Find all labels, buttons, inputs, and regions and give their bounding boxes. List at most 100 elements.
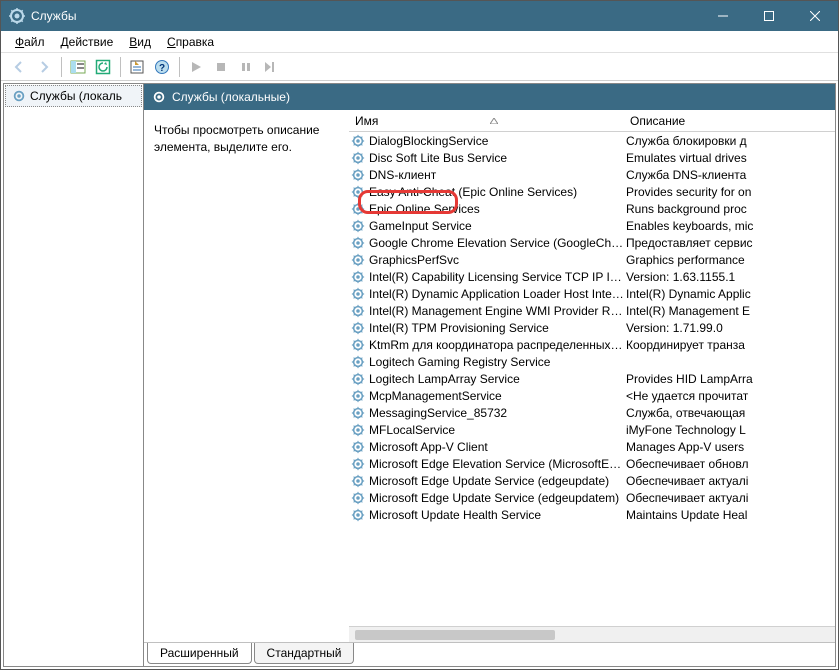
- pause-button[interactable]: [234, 55, 258, 79]
- service-description: Graphics performance: [624, 253, 835, 267]
- service-row[interactable]: Microsoft Edge Update Service (edgeupdat…: [349, 489, 835, 506]
- gear-icon: [351, 168, 365, 182]
- service-name: KtmRm для координатора распределенных тр…: [369, 338, 624, 352]
- main-area: Службы (локаль Службы (локальные) Чтобы …: [3, 83, 836, 667]
- service-description: Enables keyboards, mic: [624, 219, 835, 233]
- service-name: Disc Soft Lite Bus Service: [369, 151, 624, 165]
- column-description[interactable]: Описание: [624, 111, 835, 131]
- view-tabs: Расширенный Стандартный: [144, 642, 835, 666]
- service-description: Version: 1.71.99.0: [624, 321, 835, 335]
- service-name: Intel(R) Capability Licensing Service TC…: [369, 270, 624, 284]
- menu-help[interactable]: Справка: [159, 33, 222, 51]
- gear-icon: [351, 423, 365, 437]
- service-description: Provides security for on: [624, 185, 835, 199]
- service-row[interactable]: Epic Online ServicesRuns background proc: [349, 200, 835, 217]
- services-list: Имя Описание DialogBlockingServiceСлужба…: [349, 110, 835, 642]
- titlebar: Службы: [1, 1, 838, 31]
- gear-icon: [351, 202, 365, 216]
- gear-icon: [351, 219, 365, 233]
- column-name[interactable]: Имя: [349, 111, 624, 131]
- gear-icon: [351, 389, 365, 403]
- service-row[interactable]: Microsoft Edge Elevation Service (Micros…: [349, 455, 835, 472]
- service-row[interactable]: DialogBlockingServiceСлужба блокировки д: [349, 132, 835, 149]
- service-description: <Не удается прочитат: [624, 389, 835, 403]
- service-row[interactable]: Easy Anti-Cheat (Epic Online Services)Pr…: [349, 183, 835, 200]
- service-row[interactable]: Logitech LampArray ServiceProvides HID L…: [349, 370, 835, 387]
- services-icon: [9, 8, 25, 24]
- service-name: Microsoft Edge Elevation Service (Micros…: [369, 457, 624, 471]
- service-row[interactable]: Microsoft Edge Update Service (edgeupdat…: [349, 472, 835, 489]
- service-row[interactable]: Intel(R) Dynamic Application Loader Host…: [349, 285, 835, 302]
- menu-view[interactable]: Вид: [121, 33, 159, 51]
- service-row[interactable]: Intel(R) Management Engine WMI Provider …: [349, 302, 835, 319]
- service-name: GraphicsPerfSvc: [369, 253, 624, 267]
- close-button[interactable]: [792, 1, 838, 31]
- services-icon: [12, 89, 26, 103]
- help-button[interactable]: ?: [150, 55, 174, 79]
- gear-icon: [351, 474, 365, 488]
- restart-button[interactable]: [259, 55, 283, 79]
- tab-extended[interactable]: Расширенный: [147, 643, 252, 664]
- menu-file[interactable]: Файл: [7, 33, 53, 51]
- gear-icon: [351, 355, 365, 369]
- service-row[interactable]: Google Chrome Elevation Service (GoogleC…: [349, 234, 835, 251]
- service-row[interactable]: GameInput ServiceEnables keyboards, mic: [349, 217, 835, 234]
- service-description: Обеспечивает актуалі: [624, 491, 835, 505]
- service-row[interactable]: MFLocalServiceiMyFone Technology L: [349, 421, 835, 438]
- service-description: Intel(R) Management E: [624, 304, 835, 318]
- service-name: MFLocalService: [369, 423, 624, 437]
- gear-icon: [351, 151, 365, 165]
- forward-button[interactable]: [32, 55, 56, 79]
- service-name: DialogBlockingService: [369, 134, 624, 148]
- stop-button[interactable]: [209, 55, 233, 79]
- menu-action[interactable]: Действие: [53, 33, 122, 51]
- service-name: Epic Online Services: [369, 202, 624, 216]
- tree-item-services-local[interactable]: Службы (локаль: [5, 85, 142, 107]
- service-row[interactable]: GraphicsPerfSvcGraphics performance: [349, 251, 835, 268]
- toolbar: ?: [1, 53, 838, 81]
- service-name: GameInput Service: [369, 219, 624, 233]
- service-name: Intel(R) TPM Provisioning Service: [369, 321, 624, 335]
- window-title: Службы: [31, 9, 700, 23]
- maximize-button[interactable]: [746, 1, 792, 31]
- detail-hint: Чтобы просмотреть описание элемента, выд…: [154, 123, 319, 154]
- refresh-button[interactable]: [91, 55, 115, 79]
- gear-icon: [351, 338, 365, 352]
- service-name: Intel(R) Dynamic Application Loader Host…: [369, 287, 624, 301]
- service-row[interactable]: Logitech Gaming Registry Service: [349, 353, 835, 370]
- service-row[interactable]: Intel(R) TPM Provisioning ServiceVersion…: [349, 319, 835, 336]
- services-icon: [152, 90, 166, 104]
- service-name: DNS-клиент: [369, 168, 624, 182]
- service-row[interactable]: Disc Soft Lite Bus ServiceEmulates virtu…: [349, 149, 835, 166]
- minimize-button[interactable]: [700, 1, 746, 31]
- gear-icon: [351, 457, 365, 471]
- service-row[interactable]: Microsoft App-V ClientManages App-V user…: [349, 438, 835, 455]
- service-description: Обеспечивает обновл: [624, 457, 835, 471]
- horizontal-scrollbar[interactable]: [349, 626, 835, 642]
- service-name: Google Chrome Elevation Service (GoogleC…: [369, 236, 624, 250]
- service-description: Maintains Update Heal: [624, 508, 835, 522]
- menubar: Файл Действие Вид Справка: [1, 31, 838, 53]
- svg-text:?: ?: [159, 63, 165, 74]
- gear-icon: [351, 406, 365, 420]
- tab-standard[interactable]: Стандартный: [254, 643, 355, 664]
- service-description: Координирует транза: [624, 338, 835, 352]
- right-pane: Службы (локальные) Чтобы просмотреть опи…: [144, 84, 835, 666]
- service-row[interactable]: MessagingService_85732Служба, отвечающая: [349, 404, 835, 421]
- back-button[interactable]: [7, 55, 31, 79]
- start-button[interactable]: [184, 55, 208, 79]
- service-row[interactable]: KtmRm для координатора распределенных тр…: [349, 336, 835, 353]
- service-row[interactable]: Intel(R) Capability Licensing Service TC…: [349, 268, 835, 285]
- gear-icon: [351, 372, 365, 386]
- service-name: McpManagementService: [369, 389, 624, 403]
- export-list-button[interactable]: [125, 55, 149, 79]
- service-description: Intel(R) Dynamic Applic: [624, 287, 835, 301]
- service-row[interactable]: McpManagementService<Не удается прочитат: [349, 387, 835, 404]
- service-row[interactable]: Microsoft Update Health ServiceMaintains…: [349, 506, 835, 523]
- service-name: Microsoft App-V Client: [369, 440, 624, 454]
- service-description: Provides HID LampArra: [624, 372, 835, 386]
- service-description: Обеспечивает актуалі: [624, 474, 835, 488]
- show-hide-tree-button[interactable]: [66, 55, 90, 79]
- service-name: Easy Anti-Cheat (Epic Online Services): [369, 185, 624, 199]
- service-row[interactable]: DNS-клиентСлужба DNS-клиента: [349, 166, 835, 183]
